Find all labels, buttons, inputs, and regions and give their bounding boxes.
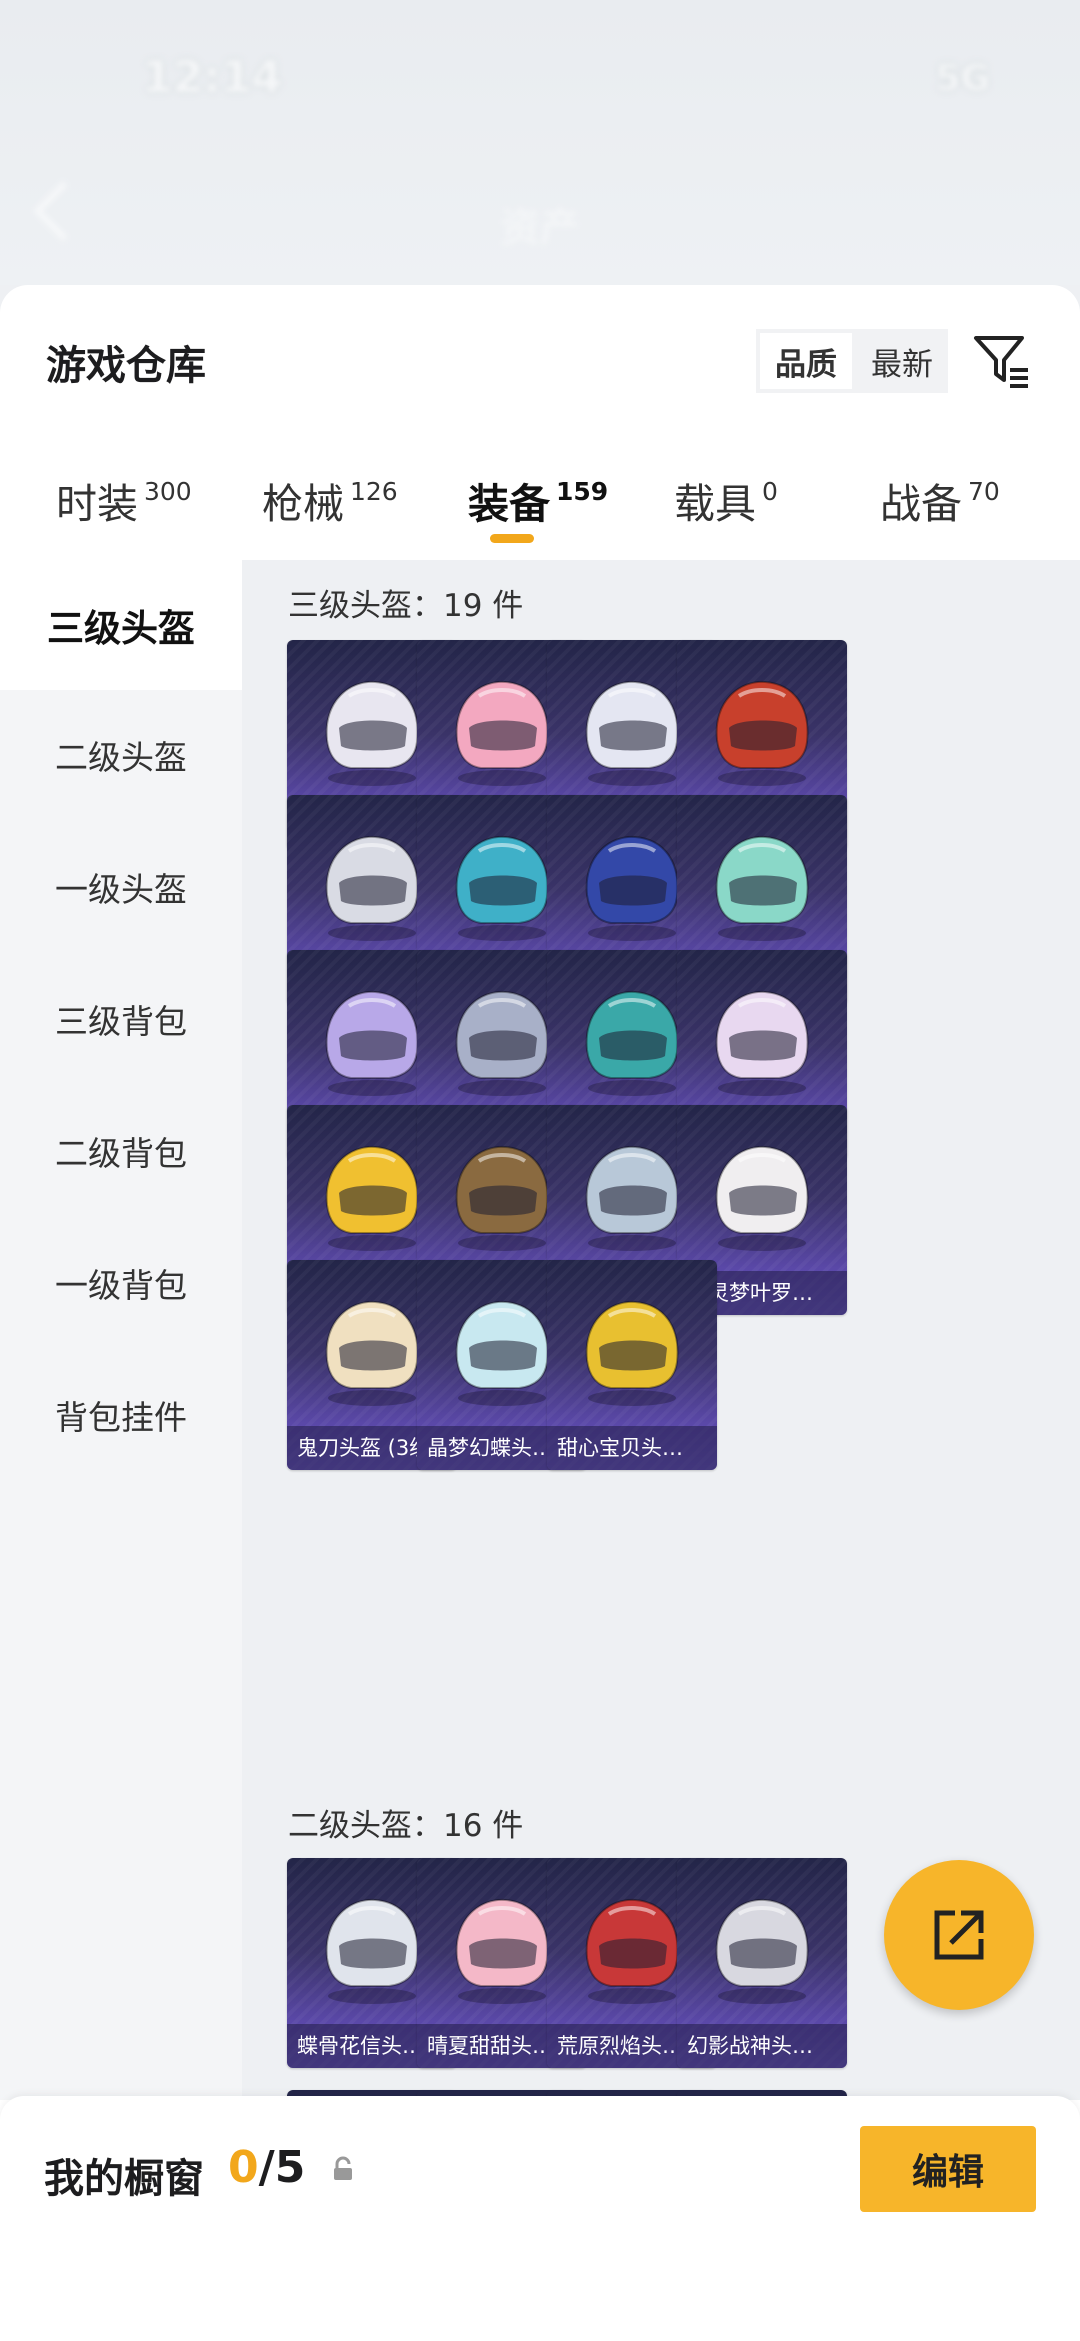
section-title-level2: 二级头盔：16 件	[288, 1808, 524, 1844]
helmet-icon	[585, 1300, 679, 1406]
sidebar-item-level2-helmet[interactable]: 二级头盔	[0, 690, 242, 820]
tab-fashion[interactable]: 时装 300	[56, 470, 192, 530]
tab-vehicles[interactable]: 载具 0	[674, 470, 778, 530]
sort-newest[interactable]: 最新	[856, 329, 948, 393]
sidebar-item-level1-helmet[interactable]: 一级头盔	[0, 822, 242, 952]
sidebar-item-level1-backpack[interactable]: 一级背包	[0, 1218, 242, 1348]
tab-equipment[interactable]: 装备 159	[468, 470, 608, 530]
helmet-icon	[715, 1145, 809, 1251]
sort-quality[interactable]: 品质	[760, 333, 852, 389]
item-name: 甜心宝贝头…	[547, 1426, 717, 1470]
sidebar-item-level3-backpack[interactable]: 三级背包	[0, 954, 242, 1084]
sidebar-item-backpack-charm[interactable]: 背包挂件	[0, 1350, 242, 1480]
share-button[interactable]	[884, 1860, 1034, 2010]
showcase-label: 我的橱窗	[44, 2156, 204, 2202]
edit-button[interactable]: 编辑	[860, 2126, 1036, 2212]
section-title-level3: 三级头盔：19 件	[288, 588, 524, 624]
top-app-bar: 12:14 5G 资产	[0, 0, 1080, 285]
item-card[interactable]: 甜心宝贝头…	[547, 1260, 717, 1470]
page-title: 游戏仓库	[46, 343, 206, 389]
helmet-icon	[715, 990, 809, 1096]
item-card[interactable]: 幻影战神头…	[677, 1858, 847, 2068]
tab-supplies[interactable]: 战备 70	[880, 470, 1000, 530]
helmet-icon	[715, 835, 809, 941]
lock-icon	[334, 2156, 352, 2180]
tab-guns[interactable]: 枪械 126	[262, 470, 398, 530]
sort-toggle: 品质 最新	[756, 329, 948, 393]
filter-icon[interactable]	[972, 330, 1032, 390]
item-name: 幻影战神头…	[677, 2024, 847, 2068]
back-arrow-icon[interactable]	[33, 181, 93, 241]
nav-title: 资产	[500, 205, 580, 251]
sidebar: 三级头盔 二级头盔 一级头盔 三级背包 二级背包 一级背包 背包挂件	[0, 560, 242, 2100]
active-tab-indicator	[490, 534, 534, 543]
network-indicator: 5G	[935, 58, 990, 99]
showcase-count: 0/5	[228, 2142, 306, 2193]
sidebar-item-level2-backpack[interactable]: 二级背包	[0, 1086, 242, 1216]
helmet-icon	[715, 680, 809, 786]
sidebar-item-level3-helmet[interactable]: 三级头盔	[0, 560, 242, 690]
status-time: 12:14	[142, 52, 283, 103]
helmet-icon	[715, 1898, 809, 2004]
category-tabs: 时装 300 枪械 126 装备 159 载具 0 战备 70	[0, 460, 1080, 560]
share-icon	[934, 1910, 984, 1960]
